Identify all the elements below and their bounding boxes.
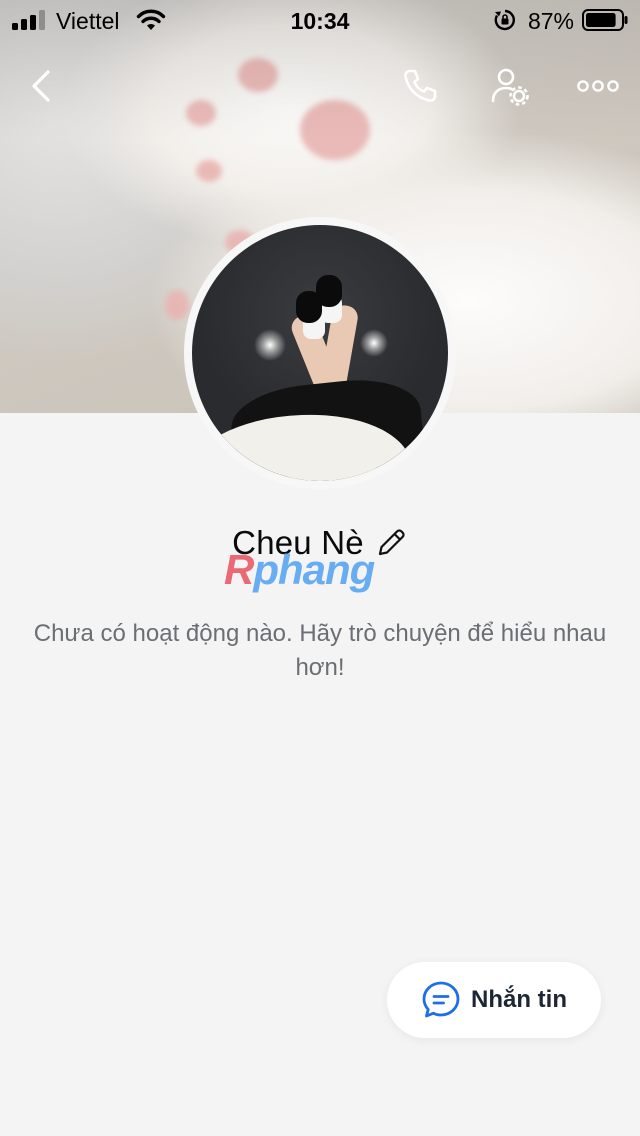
rotation-lock-icon	[494, 9, 515, 31]
more-options-button[interactable]	[572, 60, 624, 112]
phone-icon	[404, 69, 437, 102]
battery-icon	[582, 9, 628, 31]
send-message-label: Nhắn tin	[471, 986, 567, 1013]
send-message-button[interactable]: Nhắn tin	[387, 962, 601, 1038]
call-button[interactable]	[394, 60, 446, 112]
more-options-icon	[577, 80, 619, 92]
avatar[interactable]	[184, 217, 456, 489]
user-settings-icon	[491, 68, 529, 106]
chat-bubble-icon	[422, 981, 460, 1018]
battery-percent: 87%	[527, 8, 574, 34]
watermark-logo: Rphang	[224, 546, 375, 593]
edit-pencil-icon[interactable]	[374, 526, 408, 560]
status-bar: Viettel 10:34 87%	[0, 0, 640, 40]
avatar-photo	[192, 225, 448, 481]
back-arrow-icon	[32, 70, 50, 102]
user-settings-button[interactable]	[484, 60, 536, 112]
back-button[interactable]	[16, 60, 68, 112]
empty-activity-message: Chưa có hoạt động nào. Hãy trò chuyện để…	[33, 620, 607, 681]
